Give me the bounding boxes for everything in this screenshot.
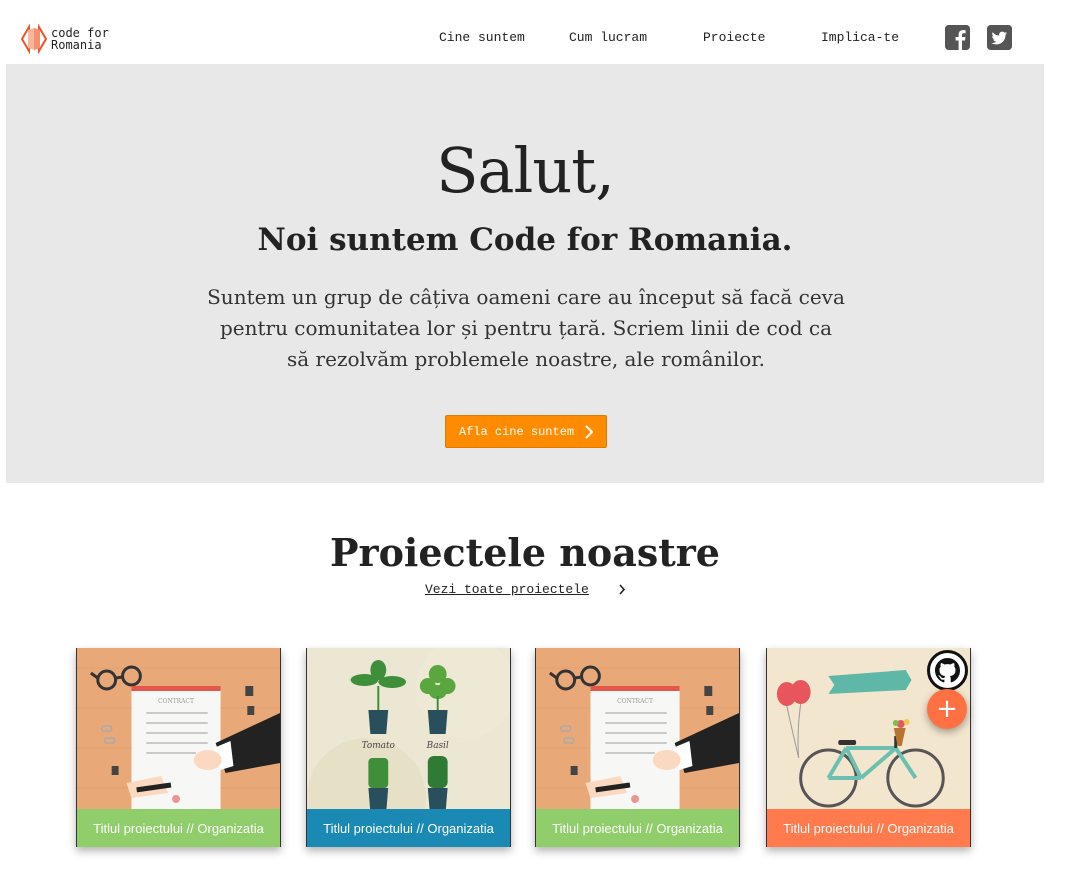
logo-line-2: Romania [51, 38, 102, 52]
project-card[interactable]: CONTRACT Titlul proiectului // Organizat… [76, 648, 281, 847]
logo-text: code for Romania [51, 27, 109, 51]
hero-section: Salut, Noi suntem Code for Romania. Sunt… [6, 64, 1044, 483]
project-card[interactable]: Tomato Basil Titlul proiectului // Organ… [306, 648, 511, 847]
projects-title: Proiectele noastre [329, 530, 720, 575]
svg-text:CONTRACT: CONTRACT [617, 698, 653, 705]
add-project-button[interactable]: + [927, 689, 967, 729]
project-card-label: Titlul proiectului // Organizatia [307, 809, 510, 847]
svg-text:Tomato: Tomato [362, 741, 395, 751]
project-card[interactable]: CONTRACT Titlul proiectului // Organizat… [535, 648, 740, 847]
facebook-icon[interactable] [945, 25, 970, 50]
chevron-right-icon[interactable] [618, 583, 626, 596]
learn-more-button[interactable]: Afla cine suntem [445, 415, 607, 448]
logo-icon [20, 24, 48, 54]
github-icon[interactable] [927, 650, 968, 691]
svg-text:Basil: Basil [426, 741, 449, 751]
hero-subtitle: Noi suntem Code for Romania. [257, 222, 793, 258]
project-card-label: Titlul proiectului // Organizatia [536, 809, 739, 847]
twitter-icon[interactable] [987, 25, 1012, 50]
nav-link-implica-te[interactable]: Implica-te [821, 30, 899, 45]
hero-description: Suntem un grup de câțiva oameni care au … [207, 285, 845, 371]
learn-more-label: Afla cine suntem [458, 424, 575, 439]
svg-text:CONTRACT: CONTRACT [158, 698, 194, 705]
nav-link-proiecte[interactable]: Proiecte [703, 30, 765, 45]
nav-link-cine-suntem[interactable]: Cine suntem [439, 30, 525, 45]
project-card-label: Titlul proiectului // Organizatia [77, 809, 280, 847]
hero-title: Salut, [436, 134, 615, 207]
see-all-projects-link[interactable]: Vezi toate proiectele [425, 582, 589, 597]
logo[interactable]: code for Romania [20, 24, 109, 54]
chevron-right-icon [585, 424, 594, 439]
nav-link-cum-lucram[interactable]: Cum lucram [569, 30, 647, 45]
site-header: code for Romania Cine suntem Cum lucram … [0, 0, 1086, 64]
project-card-label: Titlul proiectului // Organizatia [767, 809, 970, 847]
